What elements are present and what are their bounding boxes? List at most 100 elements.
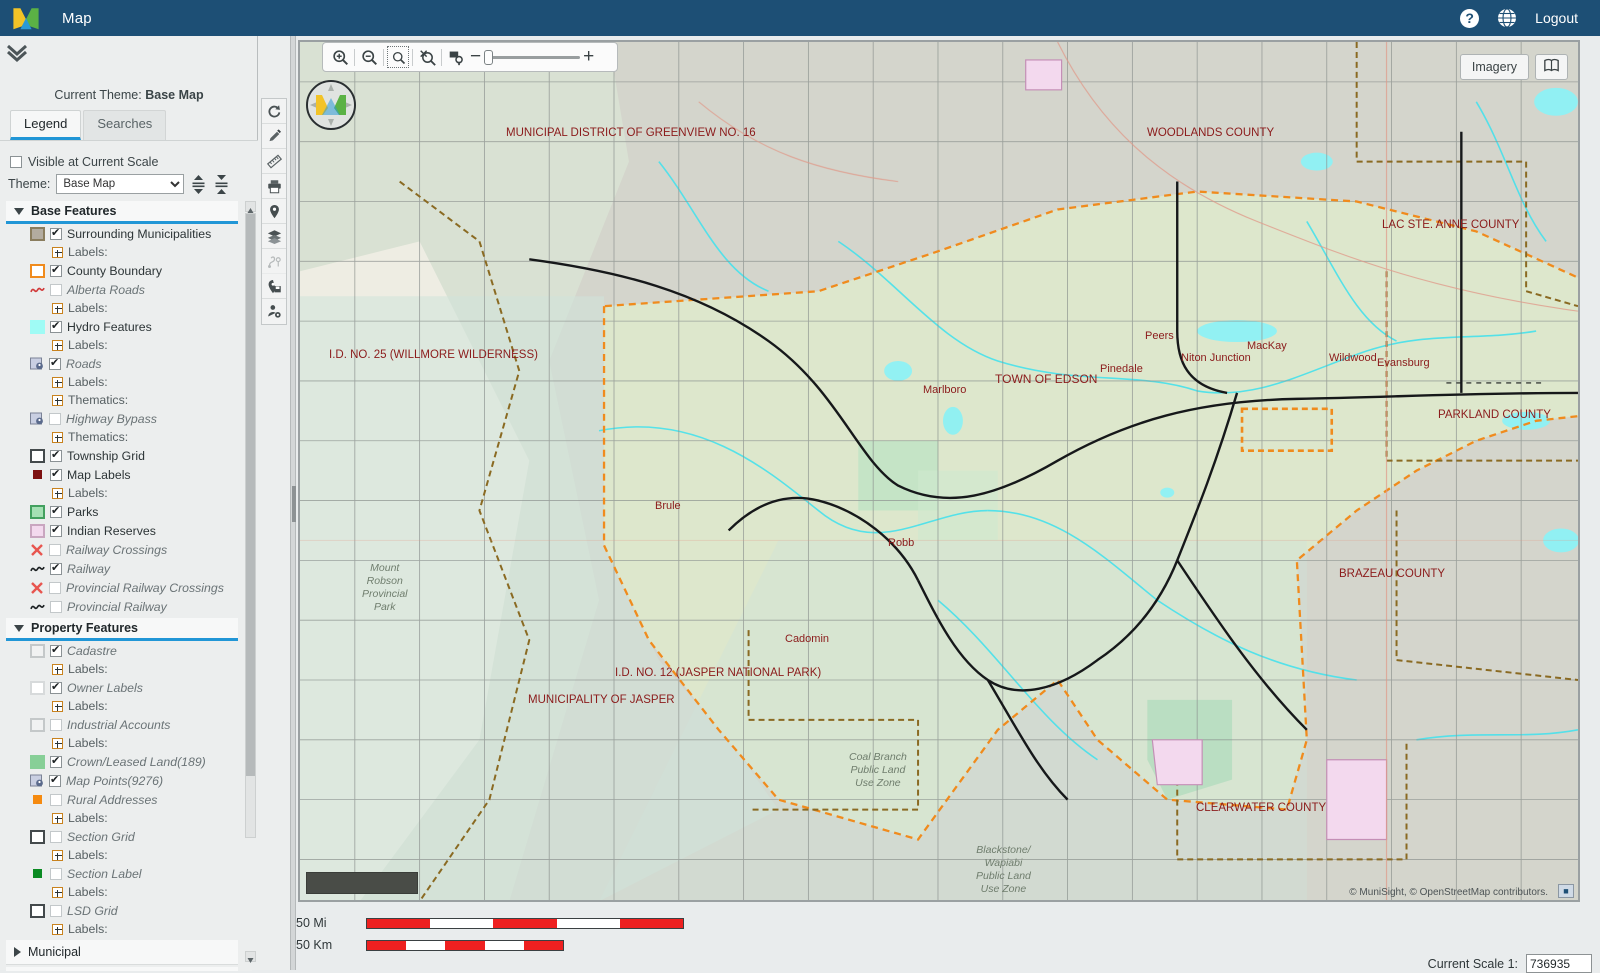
legend-layer-row[interactable]: County Boundary bbox=[6, 261, 238, 280]
expand-plus-icon[interactable] bbox=[52, 487, 63, 499]
zoom-slider[interactable] bbox=[484, 49, 581, 65]
zoom-out-icon[interactable] bbox=[358, 46, 380, 68]
printer-icon[interactable] bbox=[262, 174, 286, 199]
refresh-icon[interactable] bbox=[262, 99, 286, 124]
legend-scrollbar-thumb[interactable] bbox=[246, 214, 255, 776]
ruler-measure-icon[interactable] bbox=[262, 149, 286, 174]
expand-plus-icon[interactable] bbox=[52, 923, 63, 935]
panel-collapse-icon[interactable] bbox=[4, 40, 30, 64]
layer-visibility-checkbox[interactable] bbox=[49, 356, 61, 370]
layer-visibility-checkbox[interactable] bbox=[50, 718, 62, 731]
legend-scroll-up-button[interactable] bbox=[245, 201, 256, 213]
expand-plus-icon[interactable] bbox=[52, 700, 63, 712]
zoom-slider-knob[interactable] bbox=[484, 49, 494, 65]
basemap-book-map-icon[interactable] bbox=[1535, 54, 1568, 80]
attribution-info-icon[interactable]: ■ bbox=[1558, 884, 1574, 898]
chevron-down-icon[interactable] bbox=[14, 624, 24, 632]
current-scale-input[interactable] bbox=[1526, 954, 1592, 973]
legend-layer-row[interactable]: Surrounding Municipalities bbox=[6, 224, 238, 243]
legend-layer-row[interactable]: Provincial Railway Crossings bbox=[6, 578, 238, 597]
legend-layer-row[interactable]: Section Label bbox=[6, 864, 238, 883]
legend-scrollbar[interactable] bbox=[245, 213, 256, 838]
help-icon[interactable]: ? bbox=[1460, 8, 1480, 28]
expand-plus-icon[interactable] bbox=[52, 886, 63, 898]
layer-visibility-checkbox[interactable] bbox=[50, 561, 62, 575]
legend-layer-row[interactable]: Map Labels bbox=[6, 465, 238, 484]
layer-visibility-checkbox[interactable] bbox=[50, 263, 62, 277]
legend-group-oil-gas[interactable]: Oil Gas bbox=[6, 967, 238, 971]
legend-layer-row[interactable]: Hydro Features bbox=[6, 317, 238, 336]
legend-layer-row[interactable]: Rural Addresses bbox=[6, 790, 238, 809]
layer-visibility-checkbox[interactable] bbox=[50, 793, 62, 806]
pan-select-icon[interactable] bbox=[445, 46, 467, 68]
layer-visibility-checkbox[interactable] bbox=[50, 448, 62, 462]
legend-layer-row[interactable]: Roads bbox=[6, 354, 238, 373]
legend-group-base-features[interactable]: Base Features bbox=[6, 201, 238, 224]
legend-layer-row[interactable]: Railway Crossings bbox=[6, 540, 238, 559]
layer-visibility-checkbox[interactable] bbox=[50, 867, 62, 880]
legend-sublayer-row[interactable]: Labels: bbox=[6, 846, 238, 864]
legend-sublayer-row[interactable]: Labels: bbox=[6, 373, 238, 391]
logout-button[interactable]: Logout bbox=[1535, 10, 1578, 26]
layer-visibility-checkbox[interactable] bbox=[50, 504, 62, 518]
layer-visibility-checkbox[interactable] bbox=[50, 600, 62, 613]
layer-visibility-checkbox[interactable] bbox=[50, 643, 62, 657]
legend-layer-row[interactable]: Alberta Roads bbox=[6, 280, 238, 299]
layer-visibility-checkbox[interactable] bbox=[49, 773, 61, 787]
expand-plus-icon[interactable] bbox=[52, 737, 63, 749]
expand-plus-icon[interactable] bbox=[52, 302, 63, 314]
legend-group-municipal[interactable]: Municipal bbox=[6, 940, 238, 965]
zoom-plus-button[interactable]: + bbox=[583, 47, 594, 66]
legend-scroll-down-button[interactable] bbox=[245, 951, 256, 963]
legend-sublayer-row[interactable]: Labels: bbox=[6, 697, 238, 715]
expand-plus-icon[interactable] bbox=[52, 812, 63, 824]
tab-searches[interactable]: Searches bbox=[83, 110, 167, 140]
legend-layer-row[interactable]: Parks bbox=[6, 502, 238, 521]
layer-visibility-checkbox[interactable] bbox=[50, 754, 62, 768]
legend-layer-row[interactable]: Map Points(9276) bbox=[6, 771, 238, 790]
legend-sublayer-row[interactable]: Labels: bbox=[6, 660, 238, 678]
zoom-in-icon[interactable] bbox=[329, 46, 351, 68]
layer-visibility-checkbox[interactable] bbox=[50, 830, 62, 843]
chevron-down-icon[interactable] bbox=[14, 207, 24, 215]
legend-sublayer-row[interactable]: Labels: bbox=[6, 734, 238, 752]
legend-layer-row[interactable]: Indian Reserves bbox=[6, 521, 238, 540]
map-viewport[interactable]: MUNICIPAL DISTRICT OF GREENVIEW NO. 16 WO… bbox=[298, 40, 1580, 902]
expand-plus-icon[interactable] bbox=[52, 376, 63, 388]
imagery-button[interactable]: Imagery bbox=[1459, 54, 1529, 80]
layer-visibility-checkbox[interactable] bbox=[50, 904, 62, 917]
legend-layer-row[interactable]: Cadastre bbox=[6, 641, 238, 660]
legend-sublayer-row[interactable]: Labels: bbox=[6, 809, 238, 827]
expand-plus-icon[interactable] bbox=[52, 246, 63, 258]
collapse-all-icon[interactable] bbox=[213, 174, 230, 194]
legend-sublayer-row[interactable]: Labels: bbox=[6, 243, 238, 261]
map-pin-icon[interactable] bbox=[262, 199, 286, 224]
expand-all-icon[interactable] bbox=[190, 174, 207, 194]
layer-visibility-checkbox[interactable] bbox=[50, 283, 62, 296]
zoom-to-box-icon[interactable] bbox=[387, 46, 409, 68]
expand-plus-icon[interactable] bbox=[52, 663, 63, 675]
visible-at-scale-checkbox[interactable] bbox=[10, 156, 22, 168]
legend-sublayer-row[interactable]: Labels: bbox=[6, 484, 238, 502]
layer-visibility-checkbox[interactable] bbox=[50, 226, 62, 240]
layer-visibility-checkbox[interactable] bbox=[50, 523, 62, 537]
legend-layer-row[interactable]: Highway Bypass bbox=[6, 409, 238, 428]
overview-inset-map[interactable] bbox=[306, 872, 418, 894]
theme-select[interactable]: Base Map bbox=[56, 174, 185, 194]
globe-icon[interactable] bbox=[1497, 8, 1517, 28]
legend-sublayer-row[interactable]: Labels: bbox=[6, 883, 238, 901]
legend-sublayer-row[interactable]: Thematics: bbox=[6, 428, 238, 446]
save-location-icon[interactable] bbox=[262, 274, 286, 299]
legend-layer-row[interactable]: Provincial Railway bbox=[6, 597, 238, 616]
pencil-edit-icon[interactable] bbox=[262, 124, 286, 149]
legend-layer-row[interactable]: Owner Labels bbox=[6, 678, 238, 697]
expand-plus-icon[interactable] bbox=[52, 339, 63, 351]
legend-sublayer-row[interactable]: Labels: bbox=[6, 299, 238, 317]
legend-layer-row[interactable]: Crown/Leased Land(189) bbox=[6, 752, 238, 771]
expand-plus-icon[interactable] bbox=[52, 849, 63, 861]
layers-icon[interactable] bbox=[262, 224, 286, 249]
layer-visibility-checkbox[interactable] bbox=[50, 467, 62, 481]
zoom-minus-button[interactable]: − bbox=[470, 47, 481, 66]
legend-sublayer-row[interactable]: Thematics: bbox=[6, 391, 238, 409]
legend-layer-row[interactable]: Industrial Accounts bbox=[6, 715, 238, 734]
